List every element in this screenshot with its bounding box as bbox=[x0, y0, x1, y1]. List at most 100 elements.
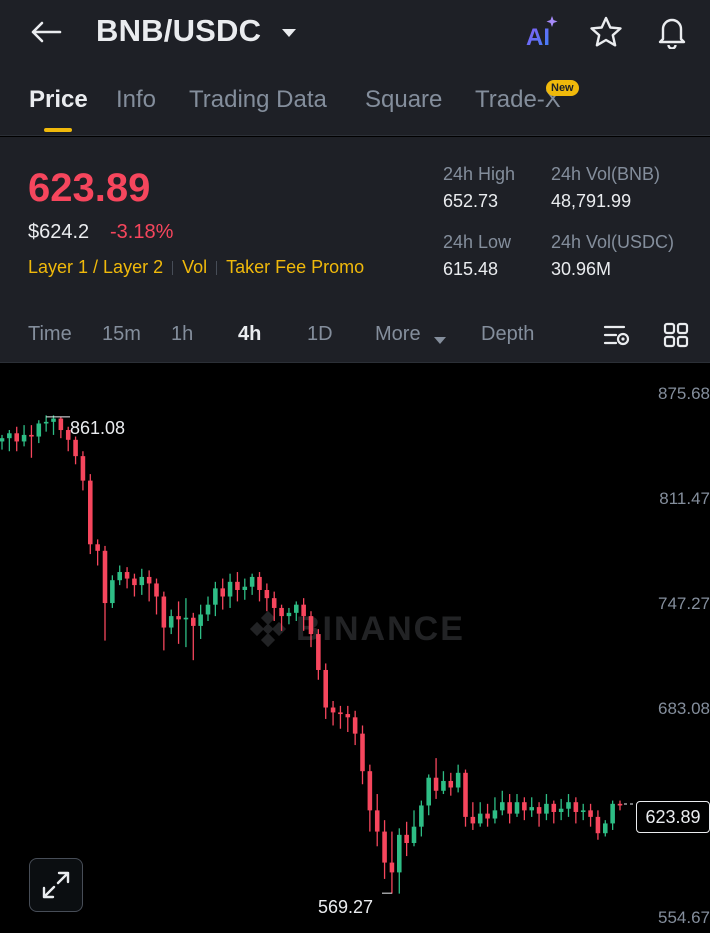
high-label: 24h High bbox=[443, 164, 516, 184]
timeframe-1d[interactable]: 1D bbox=[307, 323, 333, 346]
candle-body bbox=[536, 807, 542, 814]
candle-body bbox=[485, 813, 490, 819]
candle-body bbox=[29, 434, 34, 437]
candle-body bbox=[242, 586, 248, 590]
candle-body bbox=[80, 456, 86, 481]
active-tab-indicator bbox=[44, 128, 72, 132]
timeframe-15m[interactable]: 15m bbox=[102, 323, 141, 346]
candle-body bbox=[514, 802, 520, 814]
favorite-star-icon[interactable] bbox=[586, 12, 626, 52]
candle-body bbox=[603, 823, 608, 834]
candle-body bbox=[176, 616, 181, 620]
candle-body bbox=[316, 634, 321, 670]
candle-body bbox=[551, 803, 557, 812]
new-badge: New bbox=[546, 80, 579, 96]
tag-divider bbox=[216, 260, 218, 275]
candle-body bbox=[36, 423, 42, 437]
candle-body bbox=[88, 480, 93, 545]
y-tick-label: 683.08 bbox=[658, 699, 710, 718]
tab-bar: Price Info Trading Data Square Trade-X N… bbox=[0, 66, 710, 136]
candle-body bbox=[73, 439, 78, 457]
bell-icon[interactable] bbox=[652, 12, 692, 52]
top-bar: BNB/USDC AI bbox=[0, 0, 710, 66]
candle-body bbox=[117, 572, 122, 581]
change-percent: -3.18% bbox=[110, 221, 174, 243]
candle-body bbox=[7, 433, 12, 439]
timeframe-bar: Time 15m 1h 4h 1D More Depth bbox=[0, 307, 710, 363]
timeframe-4h[interactable]: 4h bbox=[238, 323, 261, 346]
high-value: 652.73 bbox=[443, 191, 499, 211]
candlestick-chart[interactable]: BINANCE 875.68 811.47 747.27 683.08 554.… bbox=[0, 364, 710, 933]
timeframe-more[interactable]: More bbox=[375, 323, 421, 346]
candle-body bbox=[573, 802, 579, 812]
chevron-down-icon[interactable] bbox=[278, 22, 300, 44]
candle-body bbox=[338, 712, 343, 715]
candle-body bbox=[257, 576, 262, 590]
pair-title[interactable]: BNB/USDC bbox=[96, 13, 261, 49]
candle-body bbox=[529, 807, 534, 811]
candle-body bbox=[522, 802, 527, 811]
candle-body bbox=[301, 604, 306, 617]
timeframe-time[interactable]: Time bbox=[28, 323, 72, 346]
timeframe-depth[interactable]: Depth bbox=[481, 323, 534, 346]
tab-square[interactable]: Square bbox=[365, 86, 442, 114]
candle-body bbox=[389, 862, 395, 873]
candle-body bbox=[191, 617, 196, 626]
candle-body bbox=[374, 810, 380, 832]
candle-body bbox=[419, 805, 424, 827]
candle-body bbox=[227, 581, 233, 597]
candle-body bbox=[323, 669, 328, 708]
candle-body bbox=[249, 576, 255, 587]
candle-body bbox=[286, 612, 292, 617]
tab-trading-data[interactable]: Trading Data bbox=[189, 86, 327, 114]
high-marker-label: 861.08 bbox=[70, 418, 126, 438]
candles-layer bbox=[0, 415, 636, 894]
tag-taker-fee-promo[interactable]: Taker Fee Promo bbox=[226, 257, 364, 278]
timeframe-1h[interactable]: 1h bbox=[171, 323, 193, 346]
candle-body bbox=[352, 717, 358, 734]
fullscreen-expand-icon[interactable] bbox=[29, 858, 83, 912]
candle-body bbox=[235, 581, 240, 590]
candle-body bbox=[154, 583, 159, 597]
candle-body bbox=[205, 604, 211, 615]
ai-icon[interactable]: AI bbox=[520, 12, 564, 52]
last-price-tag: 623.89 bbox=[636, 801, 710, 833]
candle-body bbox=[279, 607, 284, 617]
grid-layout-icon[interactable] bbox=[662, 321, 692, 349]
candle-body bbox=[566, 802, 571, 809]
ai-label: AI bbox=[526, 24, 550, 51]
ticker-panel: 623.89 $624.2 -3.18% Layer 1 / Layer 2 V… bbox=[0, 137, 710, 307]
candle-body bbox=[330, 707, 336, 713]
candle-body bbox=[610, 803, 615, 824]
candle-body bbox=[360, 733, 365, 772]
vol-base-label: 24h Vol(BNB) bbox=[551, 164, 661, 184]
candle-body bbox=[95, 544, 100, 551]
tab-price[interactable]: Price bbox=[29, 86, 88, 114]
candle-body bbox=[124, 572, 130, 579]
tag-layer[interactable]: Layer 1 / Layer 2 bbox=[28, 257, 163, 278]
candle-body bbox=[492, 810, 498, 819]
back-arrow-icon[interactable] bbox=[26, 12, 66, 52]
low-value: 615.48 bbox=[443, 259, 499, 279]
candle-body bbox=[463, 772, 468, 817]
more-caret-icon[interactable] bbox=[434, 332, 446, 350]
indicator-settings-icon[interactable] bbox=[602, 321, 632, 349]
tab-info[interactable]: Info bbox=[116, 86, 156, 114]
candle-body bbox=[441, 780, 446, 791]
candle-body bbox=[14, 433, 19, 442]
candle-body bbox=[580, 810, 586, 812]
candle-body bbox=[397, 834, 402, 873]
candle-body bbox=[558, 808, 564, 812]
vol-base-value: 48,791.99 bbox=[551, 191, 632, 211]
last-price: 623.89 bbox=[28, 166, 151, 210]
candle-body bbox=[507, 802, 512, 814]
candle-body bbox=[411, 826, 417, 844]
candle-body bbox=[0, 438, 5, 442]
candle-body bbox=[595, 816, 601, 834]
candle-body bbox=[544, 803, 549, 814]
candle-body bbox=[448, 780, 454, 788]
tag-divider bbox=[172, 260, 174, 275]
candle-body bbox=[132, 578, 137, 586]
tag-vol[interactable]: Vol bbox=[182, 257, 207, 278]
candle-body bbox=[588, 810, 593, 817]
